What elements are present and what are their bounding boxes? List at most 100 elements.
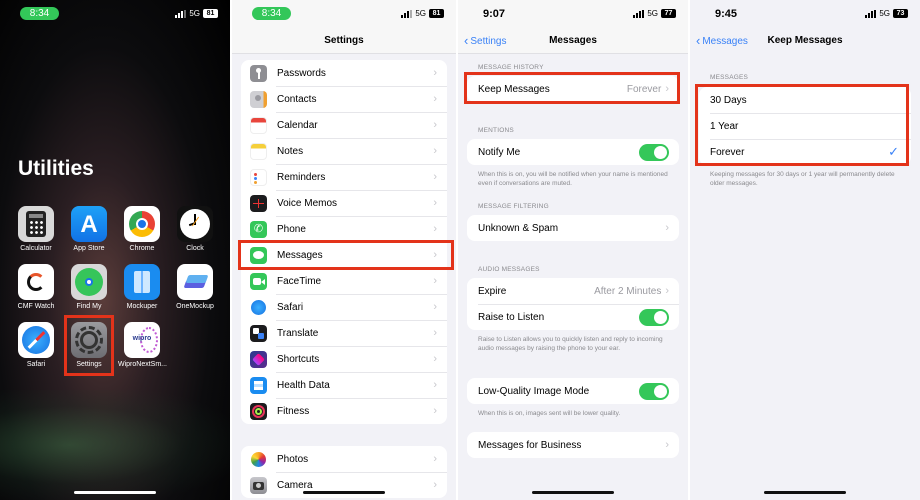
settings-row-calendar[interactable]: Calendar › bbox=[241, 112, 447, 138]
shortcuts-icon bbox=[250, 350, 267, 368]
raise-to-listen-toggle[interactable] bbox=[639, 308, 669, 326]
unknown-spam-row[interactable]: Unknown & Spam › bbox=[467, 215, 679, 241]
section-header-messages: MESSAGES bbox=[710, 74, 749, 81]
settings-row-photos[interactable]: Photos › bbox=[241, 446, 447, 472]
group-mentions: Notify Me bbox=[467, 139, 679, 165]
nav-bar: Settings bbox=[232, 28, 456, 54]
nav-bar: ‹ Settings Messages bbox=[458, 28, 688, 54]
settings-row-shortcuts[interactable]: Shortcuts › bbox=[241, 346, 447, 372]
network-type: 5G bbox=[189, 9, 200, 18]
contacts-icon bbox=[250, 90, 267, 108]
folder-title: Utilities bbox=[18, 157, 94, 180]
home-indicator bbox=[303, 491, 385, 494]
keep-messages-footer: Keeping messages for 30 days or 1 year w… bbox=[710, 171, 895, 187]
signal-icon bbox=[175, 9, 187, 18]
chevron-right-icon: › bbox=[433, 197, 437, 209]
network-type: 5G bbox=[647, 9, 658, 18]
app-wipro[interactable]: wipro WiproNextSm... bbox=[118, 322, 167, 368]
calculator-icon bbox=[18, 206, 54, 242]
low-quality-image-mode-toggle[interactable] bbox=[639, 382, 669, 400]
notify-me-row: Notify Me bbox=[467, 139, 679, 165]
app-clock[interactable]: Clock bbox=[171, 206, 219, 252]
back-button[interactable]: ‹ Messages bbox=[696, 28, 748, 55]
raise-to-listen-row: Raise to Listen bbox=[467, 304, 679, 330]
safari-icon bbox=[18, 322, 54, 358]
safari-icon bbox=[250, 298, 267, 316]
battery-icon: 77 bbox=[661, 9, 676, 18]
keep-messages-panel: 9:45 5G 73 ‹ Messages Keep Messages MESSA… bbox=[690, 0, 920, 500]
app-mockuper[interactable]: Mockuper bbox=[118, 264, 166, 310]
settings-row-health-data[interactable]: Health Data › bbox=[241, 372, 447, 398]
battery-icon: 73 bbox=[893, 9, 908, 18]
keep-messages-highlight-box bbox=[464, 72, 680, 104]
chevron-right-icon: › bbox=[665, 439, 669, 451]
chevron-right-icon: › bbox=[433, 223, 437, 235]
settings-row-contacts[interactable]: Contacts › bbox=[241, 86, 447, 112]
settings-row-fitness[interactable]: Fitness › bbox=[241, 398, 447, 424]
settings-panel: 8:34 5G 81 Settings Passwords › Contacts ›… bbox=[232, 0, 456, 500]
status-time: 9:45 bbox=[715, 8, 738, 20]
chevron-right-icon: › bbox=[433, 327, 437, 339]
notify-me-toggle[interactable] bbox=[639, 143, 669, 161]
settings-row-translate[interactable]: Translate › bbox=[241, 320, 447, 346]
section-header-message-filtering: MESSAGE FILTERING bbox=[478, 203, 549, 210]
page-title: Messages bbox=[549, 35, 597, 46]
notes-icon bbox=[250, 142, 267, 160]
audio-messages-footer: Raise to Listen allows you to quickly li… bbox=[478, 336, 663, 352]
section-header-audio-messages: AUDIO MESSAGES bbox=[478, 266, 540, 273]
battery-icon: 81 bbox=[429, 9, 444, 18]
chevron-right-icon: › bbox=[433, 275, 437, 287]
status-time: 9:07 bbox=[483, 8, 506, 20]
settings-row-phone[interactable]: ✆ Phone › bbox=[241, 216, 447, 242]
messages-for-business-row[interactable]: Messages for Business › bbox=[467, 432, 679, 458]
expire-row[interactable]: Expire After 2 Minutes › bbox=[467, 278, 679, 304]
facetime-icon bbox=[250, 272, 267, 290]
status-bar: 8:34 5G 81 bbox=[0, 0, 230, 28]
app-chrome[interactable]: Chrome bbox=[118, 206, 166, 252]
chevron-right-icon: › bbox=[433, 405, 437, 417]
app-safari[interactable]: Safari bbox=[12, 322, 60, 368]
network-type: 5G bbox=[415, 9, 426, 18]
status-bar: 9:45 5G 73 bbox=[690, 0, 920, 28]
settings-row-notes[interactable]: Notes › bbox=[241, 138, 447, 164]
signal-icon bbox=[865, 9, 877, 18]
photos-icon bbox=[250, 450, 267, 468]
back-button[interactable]: ‹ Settings bbox=[464, 28, 506, 55]
status-time: 8:34 bbox=[252, 7, 291, 20]
nav-bar: ‹ Messages Keep Messages bbox=[690, 28, 920, 54]
settings-row-camera[interactable]: Camera › bbox=[241, 472, 447, 498]
translate-icon bbox=[250, 324, 267, 342]
chevron-right-icon: › bbox=[433, 67, 437, 79]
status-bar: 9:07 5G 77 bbox=[458, 0, 688, 28]
settings-row-safari[interactable]: Safari › bbox=[241, 294, 447, 320]
status-bar: 8:34 5G 81 bbox=[232, 0, 456, 28]
group-audio-messages: Expire After 2 Minutes › Raise to Listen bbox=[467, 278, 679, 330]
chevron-right-icon: › bbox=[433, 93, 437, 105]
app-cmf-watch[interactable]: CMF Watch bbox=[12, 264, 60, 310]
reminders-icon bbox=[250, 168, 267, 186]
chevron-right-icon: › bbox=[665, 222, 669, 234]
chevron-right-icon: › bbox=[665, 285, 669, 297]
section-header-mentions: MENTIONS bbox=[478, 127, 514, 134]
home-indicator bbox=[764, 491, 846, 494]
expire-value: After 2 Minutes bbox=[594, 285, 662, 297]
settings-row-facetime[interactable]: FaceTime › bbox=[241, 268, 447, 294]
page-title: Keep Messages bbox=[767, 35, 843, 46]
clock-icon bbox=[177, 206, 213, 242]
app-calculator[interactable]: Calculator bbox=[12, 206, 60, 252]
mockuper-icon bbox=[124, 264, 160, 300]
app-find-my[interactable]: Find My bbox=[65, 264, 113, 310]
app-onemockup[interactable]: OneMockup bbox=[171, 264, 219, 310]
camera-icon bbox=[250, 476, 267, 494]
chevron-right-icon: › bbox=[433, 353, 437, 365]
settings-row-reminders[interactable]: Reminders › bbox=[241, 164, 447, 190]
network-type: 5G bbox=[879, 9, 890, 18]
home-indicator bbox=[74, 491, 156, 494]
signal-icon bbox=[401, 9, 413, 18]
section-header-message-history: MESSAGE HISTORY bbox=[478, 64, 544, 71]
group-low-quality: Low-Quality Image Mode bbox=[467, 378, 679, 404]
app-app-store[interactable]: A App Store bbox=[65, 206, 113, 252]
health-data-icon bbox=[250, 376, 267, 394]
settings-row-passwords[interactable]: Passwords › bbox=[241, 60, 447, 86]
settings-row-voice-memos[interactable]: Voice Memos › bbox=[241, 190, 447, 216]
